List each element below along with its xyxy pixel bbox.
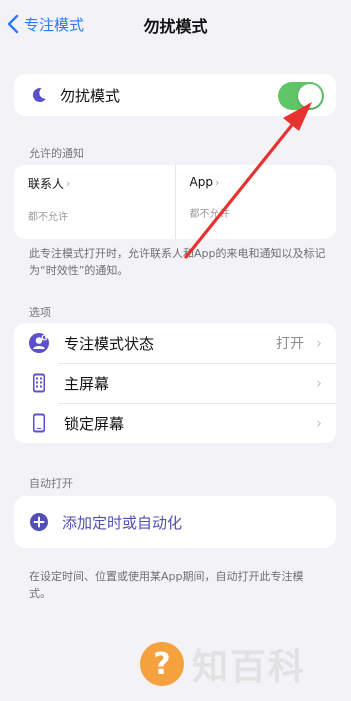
chevron-right-icon: › — [316, 374, 322, 392]
option-lock-screen[interactable]: 锁定屏幕 › — [14, 403, 336, 443]
auto-header: 自动打开 — [29, 477, 73, 490]
option-label: 主屏幕 — [64, 374, 110, 393]
moon-icon — [28, 84, 50, 106]
option-focus-status[interactable]: 专注模式状态 打开 › — [14, 323, 336, 363]
auto-note: 在设定时间、位置或使用某App期间，自动打开此专注模式。 — [29, 570, 304, 600]
option-value: 打开 — [276, 336, 304, 352]
focus-toggle-row: 勿扰模式 — [14, 74, 336, 116]
option-home-screen[interactable]: 主屏幕 › — [14, 363, 336, 403]
navigation-bar: 专注模式 勿扰模式 — [0, 0, 351, 48]
add-schedule-label: 添加定时或自动化 — [62, 513, 183, 532]
allowed-notifications-header: 允许的通知 — [29, 147, 84, 160]
watermark-text: 知百科 — [192, 647, 307, 688]
focus-status-icon — [28, 332, 50, 354]
chevron-right-icon: › — [214, 175, 220, 189]
allowed-notifications-note: 此专注模式打开时，允许联系人和App的来电和通知以及标记为“时效性”的通知。 — [29, 247, 326, 277]
focus-mode-label: 勿扰模式 — [60, 86, 121, 105]
allowed-notifications-card: 联系人 › 都不允许 App › 都不允许 — [14, 165, 336, 239]
option-label: 专注模式状态 — [64, 334, 155, 353]
options-card: 专注模式状态 打开 › 主屏幕 › 锁定屏幕 › — [14, 323, 336, 443]
lock-screen-icon — [28, 412, 50, 434]
chevron-right-icon: › — [66, 177, 71, 190]
allowed-apps-cell[interactable]: App › 都不允许 — [174, 165, 337, 239]
watermark: ? 知百科 — [140, 638, 306, 690]
auto-card: 添加定时或自动化 — [14, 496, 336, 548]
option-label: 锁定屏幕 — [64, 414, 125, 433]
page-title: 勿扰模式 — [143, 17, 208, 36]
chevron-right-icon: › — [316, 414, 322, 432]
apps-subtitle: 都不允许 — [189, 209, 230, 220]
people-subtitle: 都不允许 — [28, 212, 68, 223]
people-title: 联系人 — [28, 177, 65, 191]
apps-title: App — [189, 175, 213, 189]
chevron-right-icon: › — [316, 334, 322, 352]
allowed-people-cell[interactable]: 联系人 › 都不允许 — [14, 165, 175, 239]
plus-circle-icon — [28, 511, 50, 533]
focus-toggle-card: 勿扰模式 — [14, 74, 336, 116]
toggle-knob — [298, 84, 322, 108]
add-schedule-button[interactable]: 添加定时或自动化 — [14, 496, 336, 548]
focus-mode-toggle[interactable] — [278, 82, 324, 110]
home-screen-icon — [28, 372, 50, 394]
options-header: 选项 — [29, 306, 51, 319]
question-badge-icon: ? — [140, 642, 184, 686]
